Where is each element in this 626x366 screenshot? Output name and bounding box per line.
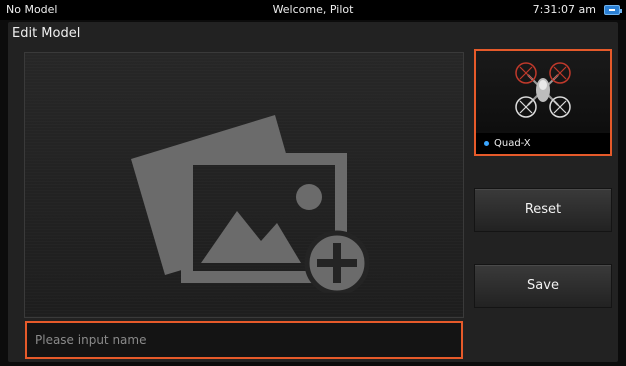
model-name-input[interactable] xyxy=(25,321,463,359)
save-button[interactable]: Save xyxy=(474,264,612,308)
status-bar: No Model Welcome, Pilot 7:31:07 am xyxy=(0,0,626,20)
add-photo-icon xyxy=(131,115,370,293)
clock: 7:31:07 am xyxy=(532,3,596,16)
quadcopter-icon xyxy=(515,62,571,118)
page-title: Edit Model xyxy=(12,26,81,41)
model-image-picker[interactable] xyxy=(24,52,464,318)
model-type-name: Quad-X xyxy=(494,138,531,149)
edit-model-panel: Edit Model Please input name Quad-X Rese… xyxy=(8,22,618,362)
reset-button[interactable]: Reset xyxy=(474,188,612,232)
model-type-card[interactable]: Quad-X xyxy=(474,49,612,156)
model-label-row: Quad-X xyxy=(476,133,610,154)
selected-indicator-icon xyxy=(484,141,489,146)
model-thumbnail xyxy=(476,51,610,131)
battery-icon xyxy=(604,5,622,15)
